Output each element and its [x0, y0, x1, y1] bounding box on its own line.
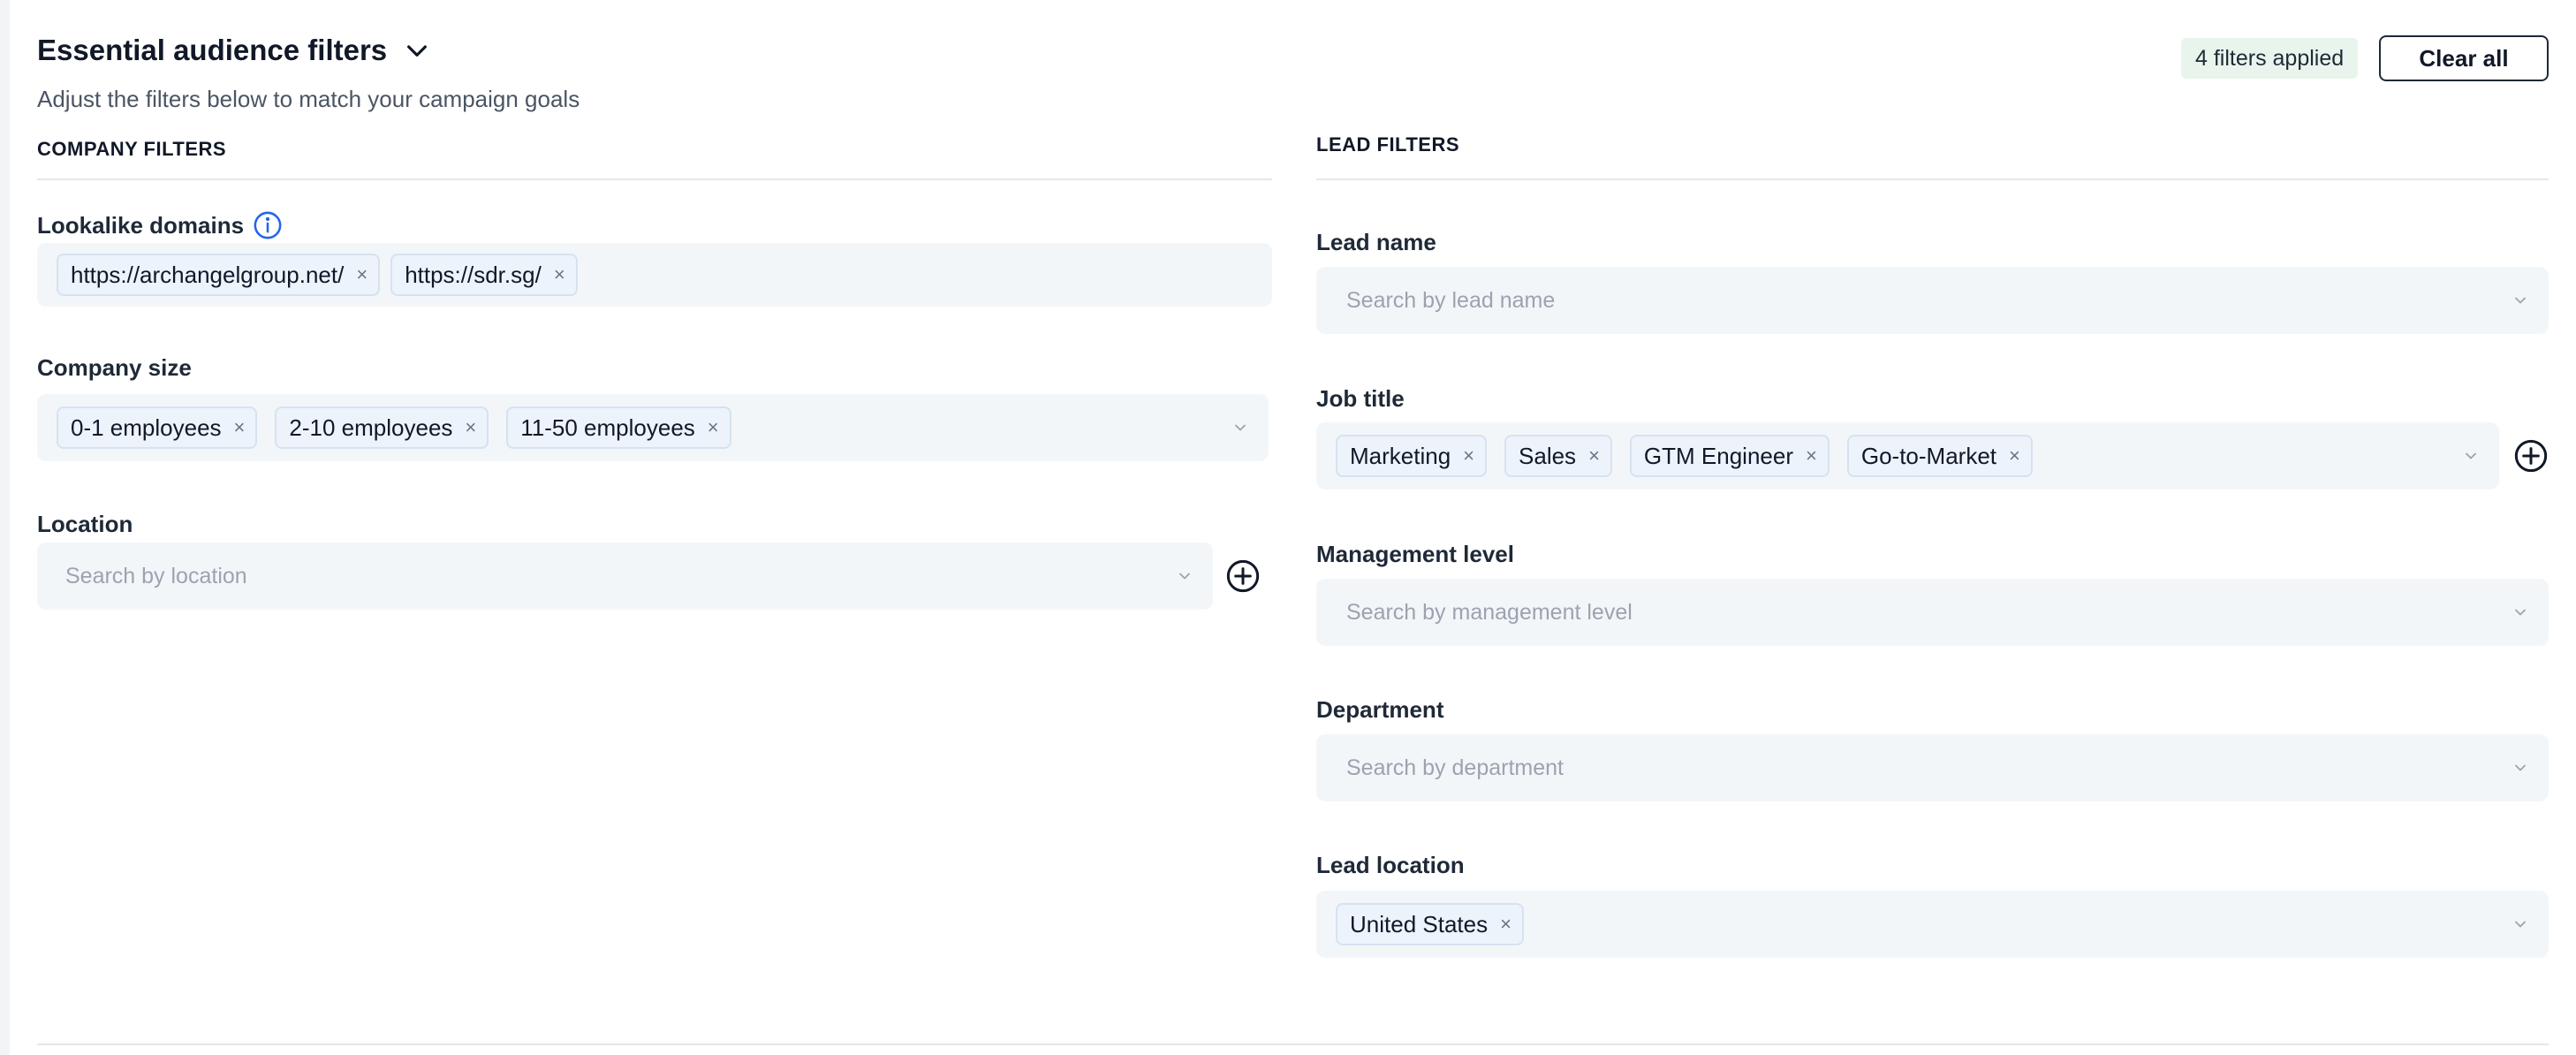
domain-chip: https://archangelgroup.net/ ×: [57, 254, 381, 296]
chevron-down-icon[interactable]: [1231, 419, 1249, 436]
remove-chip-icon[interactable]: ×: [1500, 915, 1512, 934]
job-title-select[interactable]: Marketing × Sales × GTM Engineer × Go-to…: [1316, 422, 2499, 490]
footer-divider: [37, 1044, 2549, 1045]
remove-chip-icon[interactable]: ×: [1806, 446, 1817, 466]
management-level-placeholder: Search by management level: [1346, 599, 1633, 625]
add-location-icon[interactable]: [1225, 558, 1261, 594]
chevron-down-icon[interactable]: [2462, 447, 2480, 465]
company-size-chip: 2-10 employees ×: [275, 406, 489, 449]
lead-name-select[interactable]: Search by lead name: [1316, 267, 2549, 334]
remove-chip-icon[interactable]: ×: [554, 265, 565, 285]
job-title-chip: Go-to-Market ×: [1846, 435, 2033, 477]
lookalike-domains-input[interactable]: https://archangelgroup.net/ × https://sd…: [37, 243, 1272, 307]
company-size-label: Company size: [37, 354, 192, 381]
company-size-chip: 11-50 employees ×: [506, 406, 731, 449]
lead-location-chip: United States ×: [1336, 903, 1524, 945]
job-title-chip: GTM Engineer ×: [1629, 435, 1830, 477]
remove-chip-icon[interactable]: ×: [2009, 446, 2020, 466]
lead-location-chips: United States ×: [1336, 903, 1524, 945]
title-row[interactable]: Essential audience filters: [37, 34, 431, 67]
filters-applied-badge: 4 filters applied: [2181, 38, 2359, 79]
chevron-down-icon[interactable]: [2512, 915, 2529, 933]
page-subtitle: Adjust the filters below to match your c…: [37, 86, 580, 112]
department-label: Department: [1316, 696, 1444, 723]
lookalike-domains-chips: https://archangelgroup.net/ × https://sd…: [57, 254, 578, 296]
lead-name-label: Lead name: [1316, 229, 1436, 255]
chevron-down-icon[interactable]: [2512, 292, 2529, 309]
job-title-chip: Sales ×: [1504, 435, 1612, 477]
location-placeholder: Search by location: [65, 563, 247, 588]
page-title: Essential audience filters: [37, 34, 388, 66]
chevron-down-icon[interactable]: [1176, 567, 1193, 585]
department-select[interactable]: Search by department: [1316, 734, 2549, 801]
job-title-chips: Marketing × Sales × GTM Engineer × Go-to…: [1336, 435, 2033, 477]
location-label: Location: [37, 511, 133, 537]
company-size-chips: 0-1 employees × 2-10 employees × 11-50 e…: [57, 406, 731, 449]
company-size-select[interactable]: 0-1 employees × 2-10 employees × 11-50 e…: [37, 394, 1269, 461]
clear-all-button[interactable]: Clear all: [2379, 35, 2549, 81]
remove-chip-icon[interactable]: ×: [1588, 446, 1600, 466]
chevron-down-icon[interactable]: [2512, 603, 2529, 621]
lead-filters-divider: [1316, 178, 2549, 180]
company-filters-heading: COMPANY FILTERS: [37, 138, 227, 160]
company-size-chip: 0-1 employees ×: [57, 406, 258, 449]
department-placeholder: Search by department: [1346, 755, 1564, 780]
lookalike-domains-label: Lookalike domains: [37, 210, 283, 240]
company-filters-divider: [37, 178, 1272, 180]
remove-chip-icon[interactable]: ×: [708, 418, 719, 437]
lead-name-placeholder: Search by lead name: [1346, 287, 1556, 313]
domain-chip: https://sdr.sg/ ×: [390, 254, 578, 296]
chevron-down-icon[interactable]: [403, 36, 431, 65]
remove-chip-icon[interactable]: ×: [234, 418, 246, 437]
management-level-select[interactable]: Search by management level: [1316, 579, 2549, 646]
add-job-title-icon[interactable]: [2513, 438, 2549, 474]
info-icon[interactable]: [253, 210, 283, 240]
job-title-chip: Marketing ×: [1336, 435, 1488, 477]
management-level-label: Management level: [1316, 541, 1514, 567]
audience-filters-panel: Essential audience filters Adjust the fi…: [10, 0, 2576, 1055]
lead-filters-heading: LEAD FILTERS: [1316, 133, 1460, 156]
job-title-label: Job title: [1316, 385, 1405, 412]
lead-location-select[interactable]: United States ×: [1316, 891, 2549, 958]
chevron-down-icon[interactable]: [2512, 759, 2529, 777]
lead-location-label: Lead location: [1316, 852, 1465, 878]
remove-chip-icon[interactable]: ×: [465, 418, 476, 437]
location-select[interactable]: Search by location: [37, 543, 1213, 610]
remove-chip-icon[interactable]: ×: [1463, 446, 1474, 466]
remove-chip-icon[interactable]: ×: [356, 265, 367, 285]
